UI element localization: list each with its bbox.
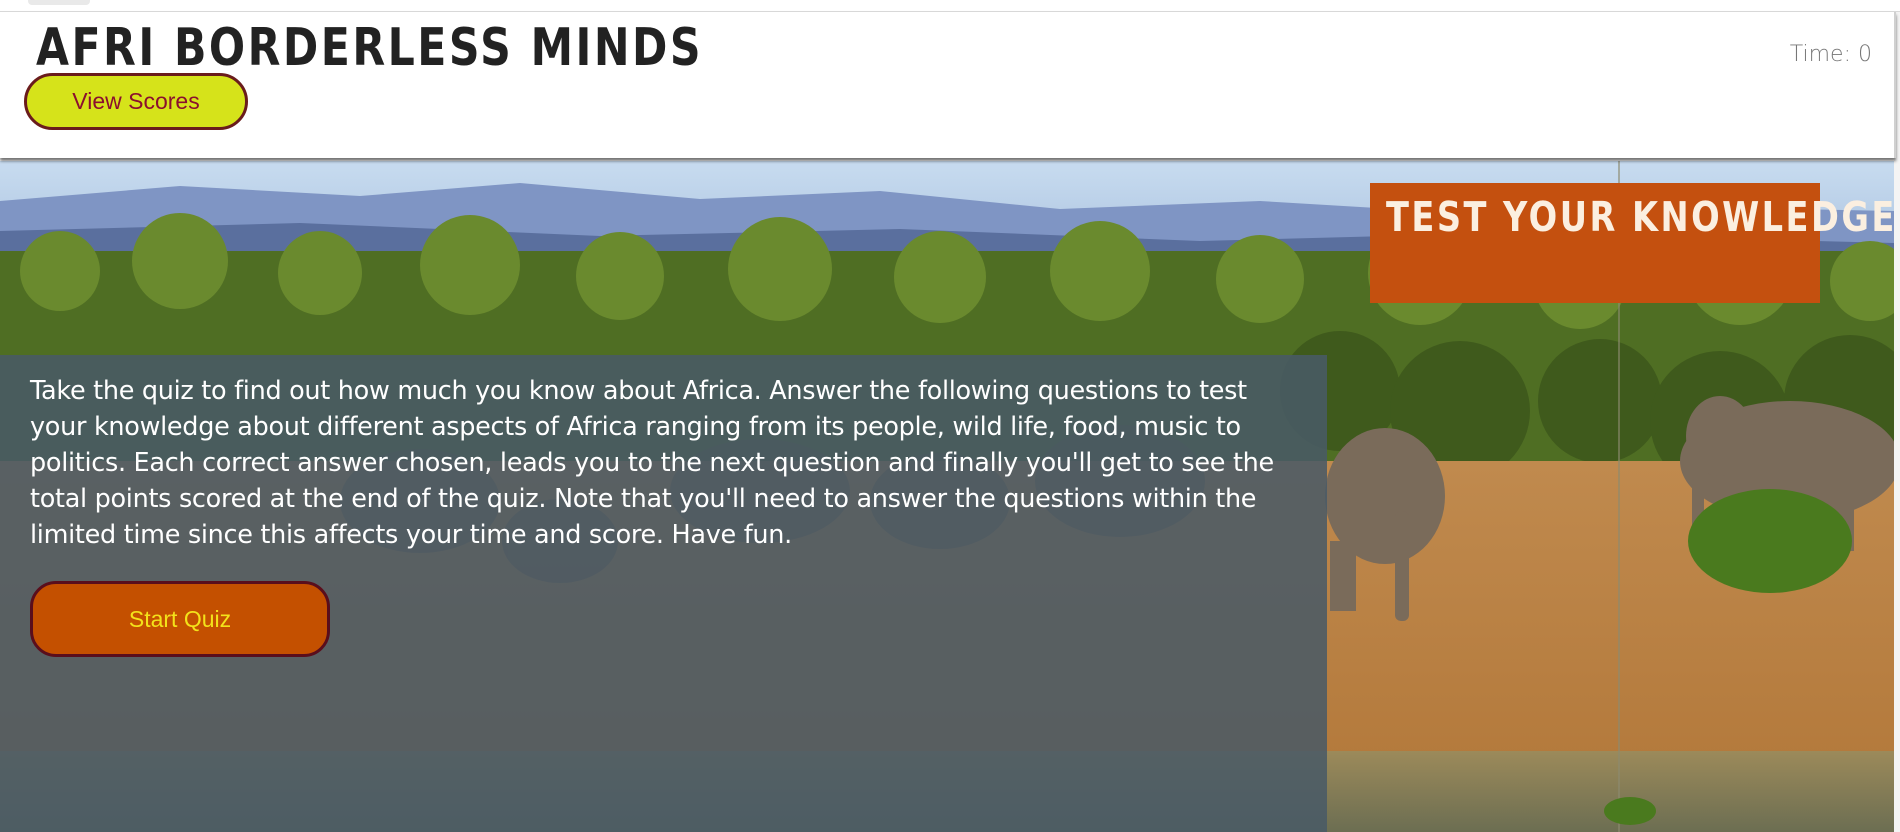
site-title: AFRI BORDERLESS MINDS (36, 18, 704, 78)
hero-section: Take the quiz to find out how much you k… (0, 161, 1894, 832)
site-header: AFRI BORDERLESS MINDS View Scores Time: … (0, 12, 1896, 158)
page: AFRI BORDERLESS MINDS View Scores Time: … (0, 0, 1900, 832)
browser-tab-edge (28, 0, 90, 5)
start-quiz-button[interactable]: Start Quiz (30, 581, 330, 657)
view-scores-button[interactable]: View Scores (24, 73, 248, 130)
timer-display: Time: 0 (1789, 42, 1872, 67)
knowledge-heading: TEST YOUR KNOWLEDGE ABOUT AFRICA (1386, 193, 1894, 241)
knowledge-heading-box: TEST YOUR KNOWLEDGE ABOUT AFRICA (1370, 183, 1894, 303)
intro-text: Take the quiz to find out how much you k… (30, 376, 1274, 550)
